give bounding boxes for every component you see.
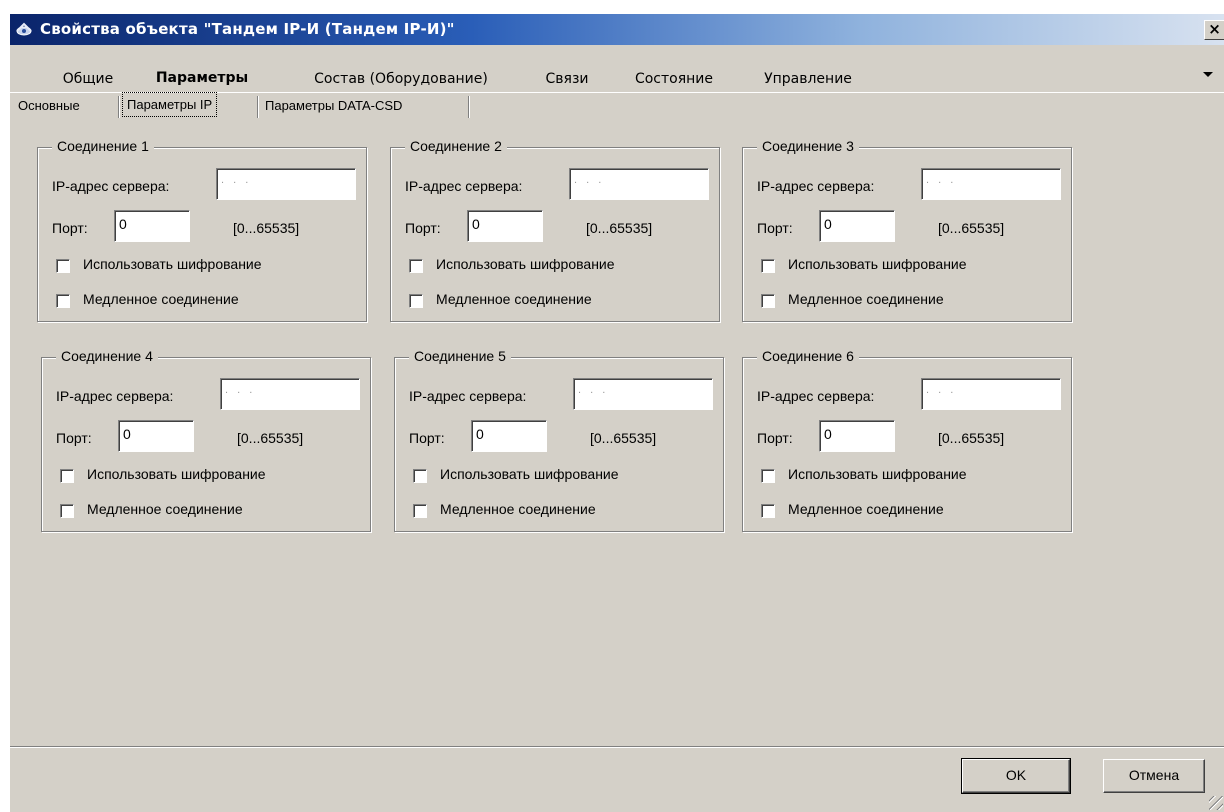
ip-address-input[interactable]: . . . xyxy=(569,168,709,200)
tab-label: Параметры xyxy=(155,70,249,86)
use-encryption-label[interactable]: Использовать шифрование xyxy=(436,256,615,272)
tab-label: Состояние xyxy=(634,71,714,87)
ip-address-label: IP-адрес сервера: xyxy=(52,178,170,194)
slow-connection-label[interactable]: Медленное соединение xyxy=(440,501,596,517)
subtab-ip-parameters[interactable]: Параметры IP xyxy=(122,92,218,117)
slow-connection-label[interactable]: Медленное соединение xyxy=(788,291,944,307)
use-encryption-label[interactable]: Использовать шифрование xyxy=(788,466,967,482)
use-encryption-label[interactable]: Использовать шифрование xyxy=(83,256,262,272)
port-input[interactable]: 0 xyxy=(114,210,190,242)
use-encryption-checkbox[interactable] xyxy=(60,469,74,483)
ip-address-label: IP-адрес сервера: xyxy=(405,178,523,194)
close-icon: × xyxy=(1208,20,1221,38)
ip-address-label: IP-адрес сервера: xyxy=(56,388,174,404)
group-title: Соединение 6 xyxy=(757,348,859,364)
use-encryption-checkbox[interactable] xyxy=(761,469,775,483)
connection-group-1: Соединение 1 IP-адрес сервера: . . . Порт: 0… xyxy=(37,138,367,322)
port-range-label: [0...65535] xyxy=(590,430,657,446)
slow-connection-label[interactable]: Медленное соединение xyxy=(83,291,239,307)
port-label: Порт: xyxy=(56,430,92,446)
group-title: Соединение 5 xyxy=(409,348,511,364)
window-title: Свойства объекта "Тандем IP-И (Тандем IP… xyxy=(40,20,455,38)
port-input[interactable]: 0 xyxy=(467,210,543,242)
tab-label: Состав (Оборудование) xyxy=(314,71,488,87)
use-encryption-checkbox[interactable] xyxy=(56,259,70,273)
connection-group-6: Соединение 6 IP-адрес сервера: . . . Порт: 0… xyxy=(742,348,1072,532)
connection-group-2: Соединение 2 IP-адрес сервера: . . . Порт: 0… xyxy=(390,138,720,322)
port-label: Порт: xyxy=(405,220,441,236)
slow-connection-label[interactable]: Медленное соединение xyxy=(87,501,243,517)
port-range-label: [0...65535] xyxy=(938,220,1005,236)
subtab-basic[interactable]: Основные xyxy=(14,94,84,118)
tab-control[interactable]: Управление xyxy=(742,66,874,92)
properties-dialog: Свойства объекта "Тандем IP-И (Тандем IP… xyxy=(9,13,1224,812)
port-range-label: [0...65535] xyxy=(586,220,653,236)
chevron-down-icon[interactable] xyxy=(1203,72,1213,77)
slow-connection-checkbox[interactable] xyxy=(409,294,423,308)
port-range-label: [0...65535] xyxy=(237,430,304,446)
group-title: Соединение 3 xyxy=(757,138,859,154)
object-properties-icon xyxy=(16,22,32,36)
ok-button[interactable]: OK xyxy=(961,758,1071,794)
ip-address-label: IP-адрес сервера: xyxy=(757,388,875,404)
ip-address-input[interactable]: . . . xyxy=(573,378,713,410)
port-range-label: [0...65535] xyxy=(938,430,1005,446)
cancel-button[interactable]: Отмена xyxy=(1103,759,1205,793)
port-input[interactable]: 0 xyxy=(819,210,895,242)
slow-connection-label[interactable]: Медленное соединение xyxy=(436,291,592,307)
button-bar-divider xyxy=(10,746,1224,748)
port-input[interactable]: 0 xyxy=(819,420,895,452)
port-label: Порт: xyxy=(757,220,793,236)
use-encryption-label[interactable]: Использовать шифрование xyxy=(87,466,266,482)
subtab-separator xyxy=(118,96,120,118)
subtab-data-csd[interactable]: Параметры DATA-CSD xyxy=(261,94,406,118)
connection-group-5: Соединение 5 IP-адрес сервера: . . . Порт: 0… xyxy=(394,348,724,532)
subtab-separator xyxy=(257,96,259,118)
resize-grip-icon[interactable] xyxy=(1209,796,1223,810)
use-encryption-checkbox[interactable] xyxy=(761,259,775,273)
port-range-label: [0...65535] xyxy=(233,220,300,236)
slow-connection-checkbox[interactable] xyxy=(56,294,70,308)
slow-connection-label[interactable]: Медленное соединение xyxy=(788,501,944,517)
group-title: Соединение 2 xyxy=(405,138,507,154)
slow-connection-checkbox[interactable] xyxy=(761,294,775,308)
connection-group-3: Соединение 3 IP-адрес сервера: . . . Порт: 0… xyxy=(742,138,1072,322)
ip-address-label: IP-адрес сервера: xyxy=(757,178,875,194)
group-title: Соединение 4 xyxy=(56,348,158,364)
slow-connection-checkbox[interactable] xyxy=(60,504,74,518)
connection-group-4: Соединение 4 IP-адрес сервера: . . . Порт: 0… xyxy=(41,348,371,532)
use-encryption-checkbox[interactable] xyxy=(409,259,423,273)
ip-address-input[interactable]: . . . xyxy=(921,378,1061,410)
port-label: Порт: xyxy=(52,220,88,236)
ip-address-label: IP-адрес сервера: xyxy=(409,388,527,404)
subtab-separator xyxy=(468,96,470,118)
slow-connection-checkbox[interactable] xyxy=(413,504,427,518)
main-tab-strip: Общие Параметры Состав (Оборудование) Св… xyxy=(10,45,1224,93)
ip-address-input[interactable]: . . . xyxy=(921,168,1061,200)
port-label: Порт: xyxy=(409,430,445,446)
tab-links[interactable]: Связи xyxy=(528,66,606,92)
port-input[interactable]: 0 xyxy=(118,420,194,452)
group-title: Соединение 1 xyxy=(52,138,154,154)
close-button[interactable]: × xyxy=(1204,20,1224,40)
tab-label: Управление xyxy=(764,71,852,87)
port-input[interactable]: 0 xyxy=(471,420,547,452)
port-label: Порт: xyxy=(757,430,793,446)
ip-address-input[interactable]: . . . xyxy=(216,168,356,200)
title-bar[interactable]: Свойства объекта "Тандем IP-И (Тандем IP… xyxy=(10,14,1224,45)
tab-label: Связи xyxy=(545,71,589,87)
tab-label: Общие xyxy=(62,71,114,87)
tab-composition[interactable]: Состав (Оборудование) xyxy=(282,66,520,92)
slow-connection-checkbox[interactable] xyxy=(761,504,775,518)
use-encryption-label[interactable]: Использовать шифрование xyxy=(788,256,967,272)
tab-general[interactable]: Общие xyxy=(46,66,130,92)
use-encryption-checkbox[interactable] xyxy=(413,469,427,483)
tab-state[interactable]: Состояние xyxy=(614,66,734,92)
tab-parameters[interactable]: Параметры xyxy=(140,63,264,92)
ip-address-input[interactable]: . . . xyxy=(220,378,360,410)
use-encryption-label[interactable]: Использовать шифрование xyxy=(440,466,619,482)
